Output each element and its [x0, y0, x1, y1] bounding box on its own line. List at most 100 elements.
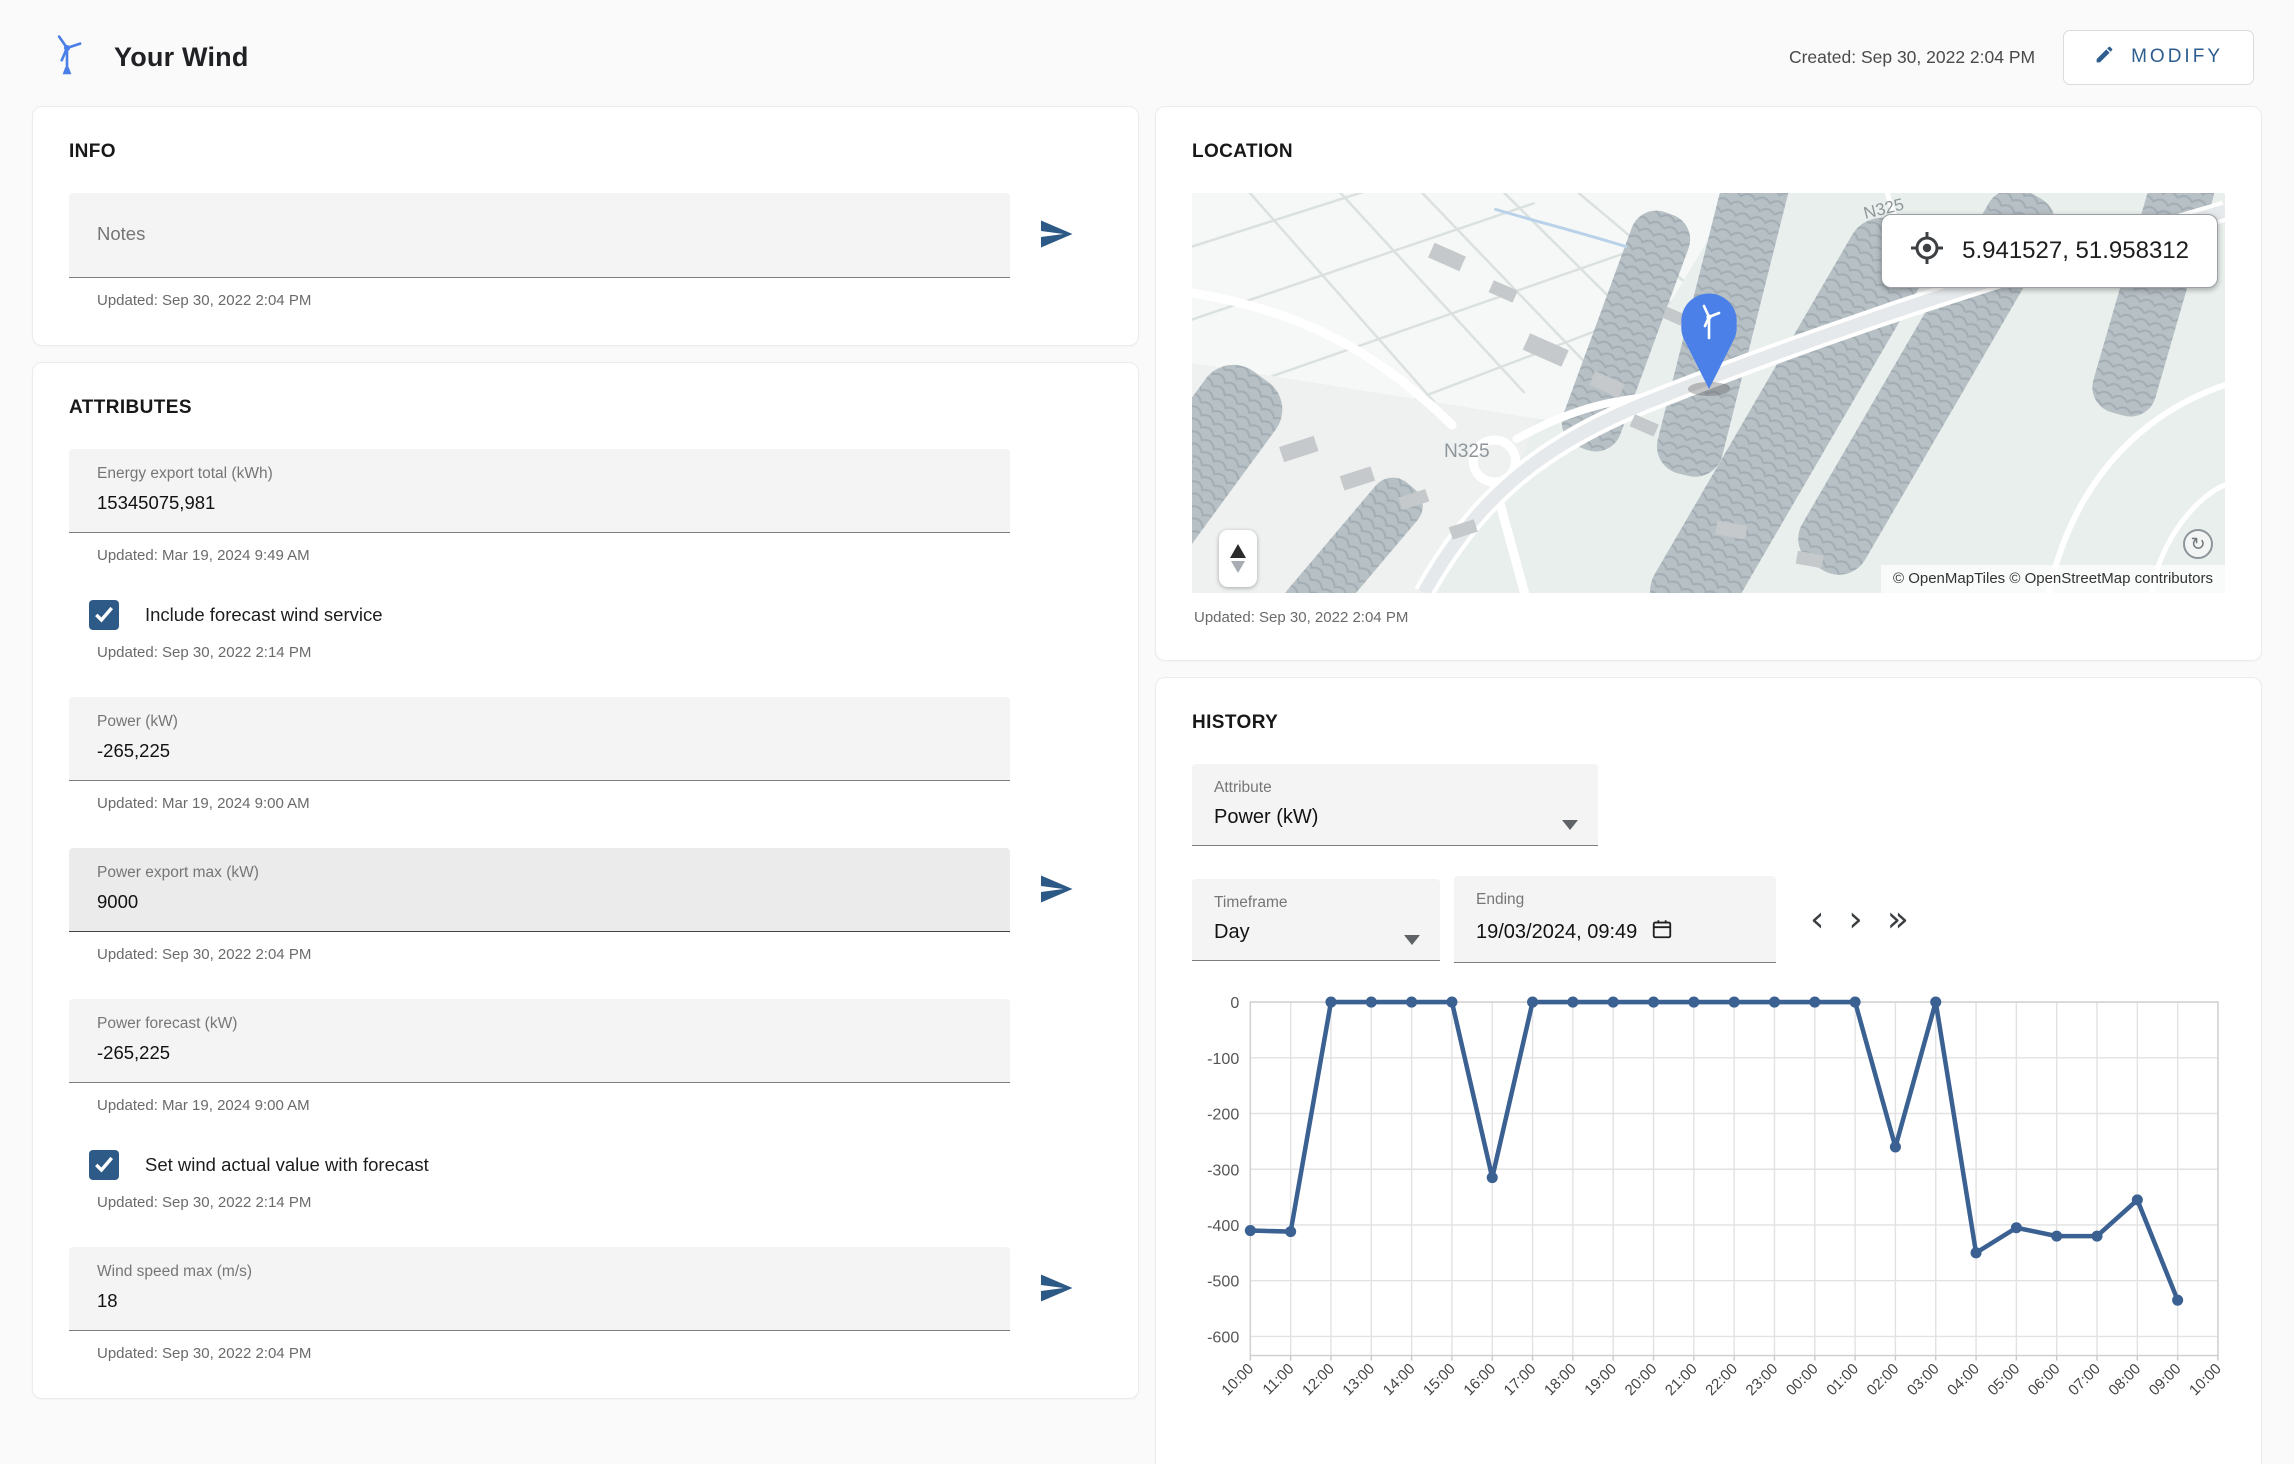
- svg-text:15:00: 15:00: [1420, 1360, 1459, 1399]
- map-info-swirl-icon[interactable]: ↻: [2183, 529, 2213, 559]
- edit-pencil-icon: [2094, 44, 2115, 71]
- set-actual-with-forecast-checkbox[interactable]: [89, 1150, 119, 1180]
- ending-input-value: 19/03/2024, 09:49: [1476, 921, 1637, 944]
- send-icon: [1038, 216, 1074, 255]
- location-map[interactable]: N325 N325: [1192, 193, 2225, 593]
- notes-input[interactable]: [97, 209, 982, 259]
- field-power-forecast: Power forecast (kW) -265,225: [69, 999, 1010, 1083]
- crosshair-icon: [1910, 231, 1944, 272]
- attribute-select-value: Power (kW): [1214, 806, 1576, 829]
- location-updated: Updated: Sep 30, 2022 2:04 PM: [1194, 609, 2225, 626]
- svg-text:10:00: 10:00: [1218, 1360, 1257, 1399]
- modify-button[interactable]: MODIFY: [2063, 30, 2254, 85]
- ending-input-label: Ending: [1476, 891, 1754, 909]
- notes-updated: Updated: Sep 30, 2022 2:04 PM: [97, 292, 1102, 309]
- south-arrow-icon: [1231, 561, 1245, 573]
- svg-text:18:00: 18:00: [1541, 1360, 1580, 1399]
- send-icon: [1038, 1270, 1074, 1309]
- field-wind-speed-max[interactable]: Wind speed max (m/s) 18: [69, 1247, 1010, 1331]
- svg-text:04:00: 04:00: [1944, 1360, 1983, 1399]
- svg-text:-400: -400: [1207, 1217, 1239, 1235]
- page-title: Your Wind: [114, 42, 249, 73]
- svg-text:-500: -500: [1207, 1273, 1239, 1291]
- field-label: Power export max (kW): [97, 864, 982, 882]
- svg-text:07:00: 07:00: [2065, 1360, 2104, 1399]
- attributes-panel: ATTRIBUTES Energy export total (kWh) 153…: [32, 362, 1139, 1399]
- coordinates-chip: 5.941527, 51.958312: [1881, 214, 2218, 288]
- svg-text:-600: -600: [1207, 1328, 1239, 1346]
- field-updated: Updated: Sep 30, 2022 2:04 PM: [97, 946, 1102, 963]
- svg-text:21:00: 21:00: [1662, 1360, 1701, 1399]
- notes-send-button[interactable]: [1010, 216, 1102, 255]
- field-value[interactable]: 9000: [97, 891, 982, 913]
- next-period-button[interactable]: ›: [1840, 898, 1870, 942]
- checkmark-icon: [92, 602, 116, 629]
- location-panel: LOCATION: [1155, 106, 2262, 661]
- svg-text:-200: -200: [1207, 1106, 1239, 1124]
- svg-text:-100: -100: [1207, 1050, 1239, 1068]
- wind-turbine-icon: [46, 32, 88, 83]
- timeframe-select[interactable]: Timeframe Day: [1192, 879, 1440, 961]
- prev-period-button[interactable]: ‹: [1802, 898, 1832, 942]
- field-value: 15345075,981: [97, 492, 982, 514]
- svg-text:05:00: 05:00: [1985, 1360, 2024, 1399]
- field-updated: Updated: Sep 30, 2022 2:04 PM: [97, 1345, 1102, 1362]
- svg-text:20:00: 20:00: [1622, 1360, 1661, 1399]
- field-updated: Updated: Sep 30, 2022 2:14 PM: [97, 1194, 1102, 1211]
- svg-text:19:00: 19:00: [1581, 1360, 1620, 1399]
- history-panel: HISTORY Attribute Power (kW) Timeframe D…: [1155, 677, 2262, 1464]
- svg-text:16:00: 16:00: [1460, 1360, 1499, 1399]
- svg-text:10:00: 10:00: [2186, 1360, 2225, 1399]
- modify-button-label: MODIFY: [2131, 46, 2223, 68]
- attribute-select-label: Attribute: [1214, 779, 1576, 797]
- history-chart: 0-100-200-300-400-500-60010:0011:0012:00…: [1192, 991, 2225, 1451]
- svg-text:08:00: 08:00: [2105, 1360, 2144, 1399]
- north-arrow-icon: [1230, 544, 1246, 558]
- svg-text:23:00: 23:00: [1743, 1360, 1782, 1399]
- field-updated: Updated: Mar 19, 2024 9:49 AM: [97, 547, 1102, 564]
- calendar-icon[interactable]: [1651, 918, 1673, 946]
- field-power: Power (kW) -265,225: [69, 697, 1010, 781]
- compass-control[interactable]: [1219, 530, 1257, 587]
- field-label: Wind speed max (m/s): [97, 1263, 982, 1281]
- latest-period-button[interactable]: »: [1879, 898, 1917, 942]
- notes-field[interactable]: [69, 193, 1010, 278]
- svg-text:0: 0: [1230, 994, 1239, 1012]
- svg-text:06:00: 06:00: [2025, 1360, 2064, 1399]
- created-timestamp: Created: Sep 30, 2022 2:04 PM: [1789, 47, 2035, 68]
- include-forecast-checkbox[interactable]: [89, 600, 119, 630]
- checkbox-label: Include forecast wind service: [145, 604, 383, 626]
- svg-text:-300: -300: [1207, 1161, 1239, 1179]
- attributes-heading: ATTRIBUTES: [69, 397, 1102, 419]
- svg-text:00:00: 00:00: [1783, 1360, 1822, 1399]
- field-power-export-max[interactable]: Power export max (kW) 9000: [69, 848, 1010, 932]
- timeframe-select-value: Day: [1214, 921, 1418, 944]
- checkmark-icon: [92, 1152, 116, 1179]
- ending-datetime-input[interactable]: Ending 19/03/2024, 09:49: [1454, 876, 1776, 963]
- svg-text:12:00: 12:00: [1299, 1360, 1338, 1399]
- history-heading: HISTORY: [1192, 712, 2225, 734]
- chevron-down-icon: [1404, 935, 1420, 945]
- field-label: Power (kW): [97, 713, 982, 731]
- map-attribution: © OpenMapTiles © OpenStreetMap contribut…: [1881, 565, 2225, 593]
- svg-text:22:00: 22:00: [1702, 1360, 1741, 1399]
- checkbox-label: Set wind actual value with forecast: [145, 1154, 429, 1176]
- app-header: Your Wind Created: Sep 30, 2022 2:04 PM …: [0, 0, 2294, 106]
- field-updated: Updated: Sep 30, 2022 2:14 PM: [97, 644, 1102, 661]
- svg-text:09:00: 09:00: [2146, 1360, 2185, 1399]
- power-export-max-send-button[interactable]: [1010, 871, 1102, 910]
- wind-speed-max-send-button[interactable]: [1010, 1270, 1102, 1309]
- svg-text:11:00: 11:00: [1260, 1360, 1298, 1398]
- svg-text:14:00: 14:00: [1380, 1360, 1419, 1399]
- chevron-down-icon: [1562, 820, 1578, 830]
- svg-text:01:00: 01:00: [1823, 1360, 1862, 1399]
- info-panel: INFO Updated: Sep 30, 2022 2:04 PM: [32, 106, 1139, 346]
- road-label-n325: N325: [1444, 441, 1490, 462]
- info-heading: INFO: [69, 141, 1102, 163]
- svg-text:03:00: 03:00: [1904, 1360, 1943, 1399]
- field-energy-export-total: Energy export total (kWh) 15345075,981: [69, 449, 1010, 533]
- attribute-select[interactable]: Attribute Power (kW): [1192, 764, 1598, 846]
- field-updated: Updated: Mar 19, 2024 9:00 AM: [97, 1097, 1102, 1114]
- svg-text:02:00: 02:00: [1864, 1360, 1903, 1399]
- field-value[interactable]: 18: [97, 1290, 982, 1312]
